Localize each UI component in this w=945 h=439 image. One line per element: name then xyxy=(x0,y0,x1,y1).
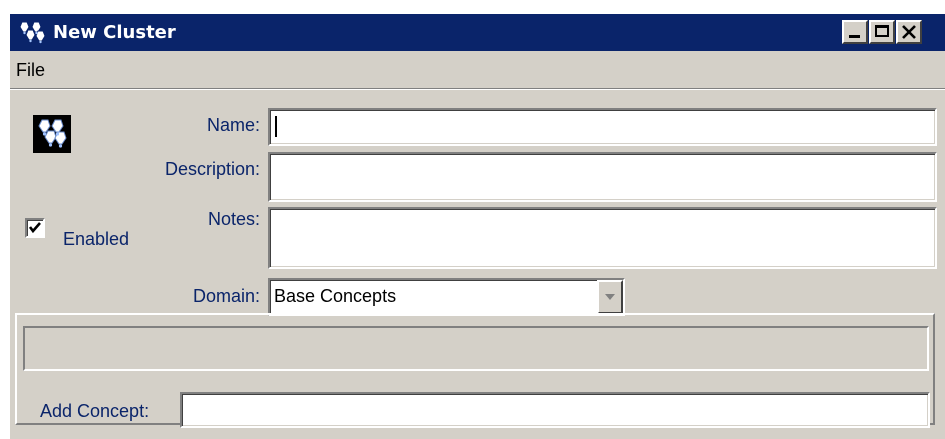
domain-label: Domain: xyxy=(192,286,260,306)
enabled-label[interactable]: Enabled xyxy=(63,228,129,250)
minimize-button[interactable] xyxy=(842,20,868,44)
add-concept-label: Add Concept: xyxy=(40,401,150,421)
maximize-icon xyxy=(875,25,889,37)
name-input[interactable] xyxy=(268,108,937,146)
notes-textarea[interactable] xyxy=(268,207,937,269)
menu-file[interactable]: File xyxy=(16,60,45,81)
text-caret xyxy=(275,116,277,137)
domain-selected-value: Base Concepts xyxy=(274,286,397,306)
menu-bar: File xyxy=(10,51,945,89)
domain-dropdown-button[interactable] xyxy=(597,280,623,314)
notes-label: Notes: xyxy=(207,209,260,229)
checkmark-icon xyxy=(28,222,41,234)
close-icon xyxy=(902,25,916,39)
enabled-checkbox[interactable] xyxy=(25,218,45,238)
domain-select[interactable]: Base Concepts xyxy=(268,278,625,316)
window-title: New Cluster xyxy=(53,22,176,43)
add-concept-input[interactable] xyxy=(180,392,930,428)
description-input[interactable] xyxy=(268,152,937,202)
description-label: Description: xyxy=(164,159,260,179)
title-bar[interactable]: New Cluster xyxy=(10,14,945,51)
cluster-icon xyxy=(19,21,46,44)
maximize-button[interactable] xyxy=(869,20,895,44)
name-label: Name: xyxy=(206,115,260,135)
chevron-down-icon xyxy=(605,294,615,300)
concepts-list[interactable] xyxy=(23,326,929,371)
minimize-icon xyxy=(849,35,860,38)
close-button[interactable] xyxy=(896,20,922,44)
menu-separator xyxy=(10,88,945,90)
cluster-large-icon xyxy=(33,115,71,153)
